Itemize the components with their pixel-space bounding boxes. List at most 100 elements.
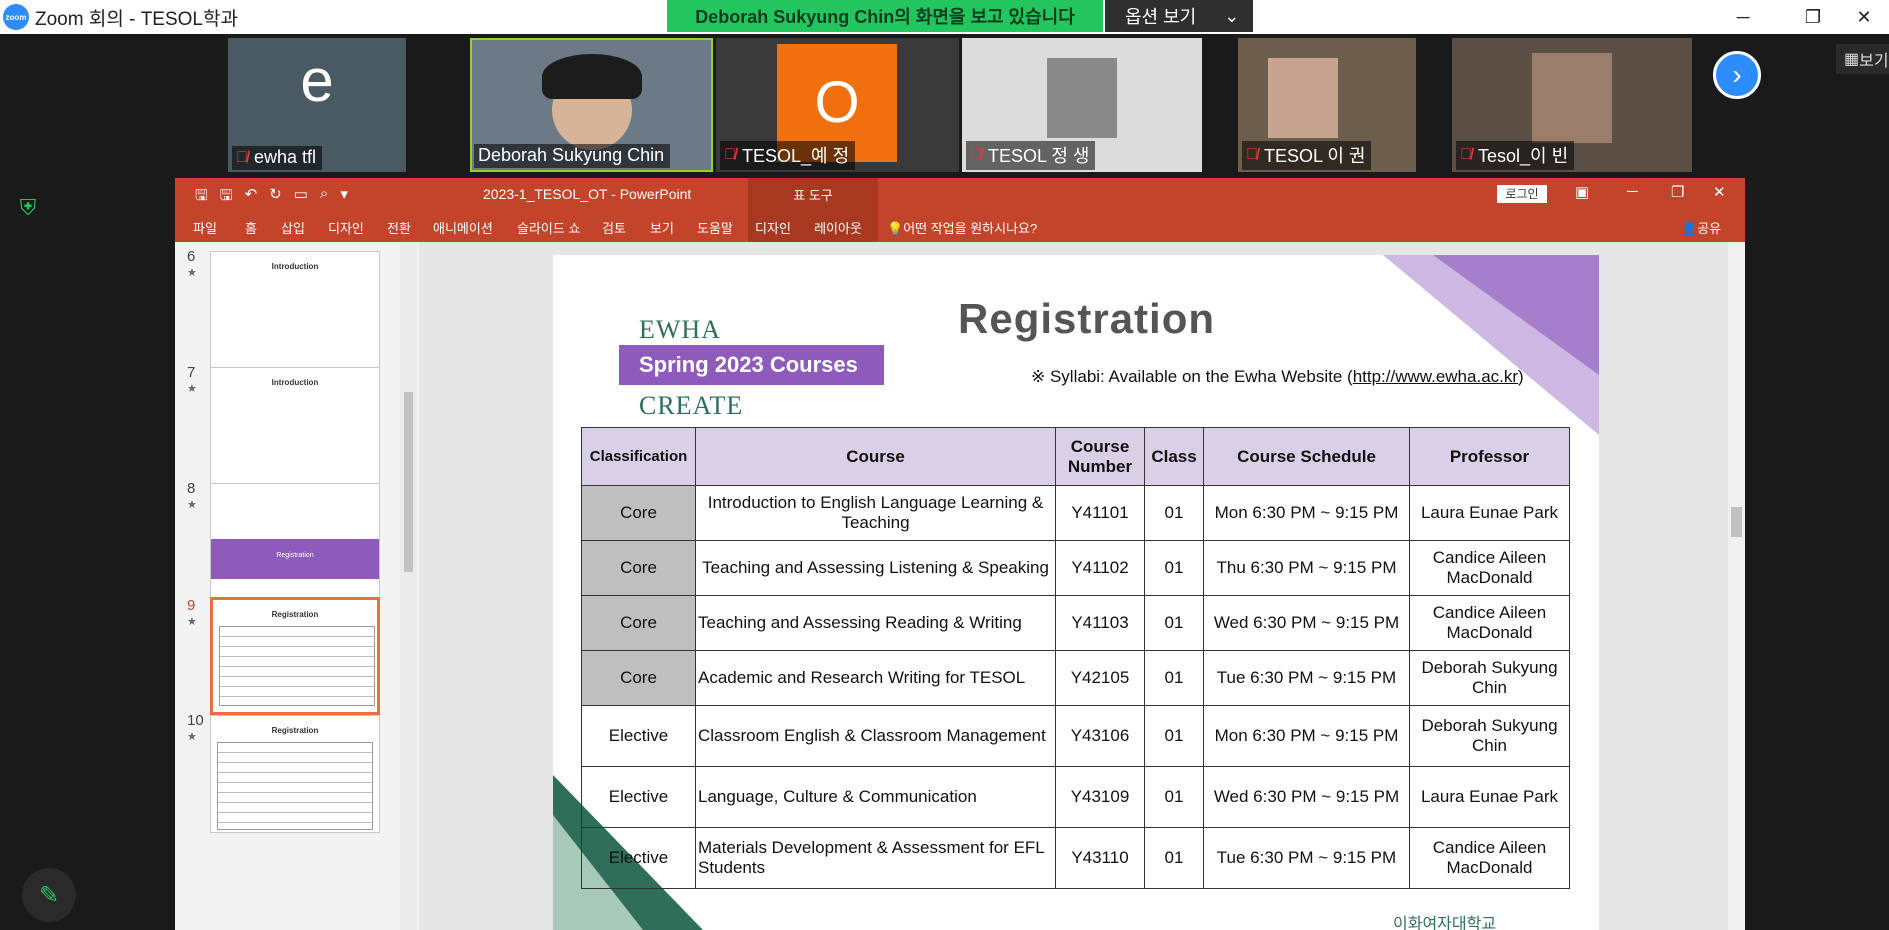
slideshow-icon[interactable]: ▭ xyxy=(294,185,308,210)
cell-class: 01 xyxy=(1144,485,1204,541)
participant-name: TESOL_예 정 xyxy=(742,146,850,166)
cell-classification: Core xyxy=(581,650,696,706)
tab-home[interactable]: 홈 xyxy=(245,218,257,237)
participant-tile-active-speaker[interactable]: Deborah Sukyung Chin xyxy=(470,38,713,172)
tab-insert[interactable]: 삽입 xyxy=(281,218,305,237)
participant-video-pixelated xyxy=(1268,58,1338,138)
participant-name: TESOL 이 권 xyxy=(1264,146,1366,166)
slide-thumbnail-active[interactable]: Registration xyxy=(210,597,380,715)
table-tools-tab: 표 도구 xyxy=(748,178,878,210)
cell-classification: Elective xyxy=(581,766,696,828)
save-as-icon[interactable]: 🖫 xyxy=(220,185,233,210)
participant-tile[interactable]: O 🎙̸ TESOL_예 정 xyxy=(716,38,959,172)
cell-course: Materials Development & Assessment for E… xyxy=(695,827,1056,889)
tab-review[interactable]: 검토 xyxy=(602,218,626,237)
cell-class: 01 xyxy=(1144,595,1204,651)
syllabi-prefix: ※ Syllabi: Available on the Ewha Website… xyxy=(1031,367,1353,386)
ribbon-display-options-icon[interactable]: ▣ xyxy=(1575,183,1589,201)
scrollbar-thumb[interactable] xyxy=(1731,507,1742,537)
table-row: Elective Materials Development & Assessm… xyxy=(581,827,1570,889)
save-icon[interactable]: 🖫 xyxy=(195,185,208,210)
share-button[interactable]: 👤공유 xyxy=(1681,218,1721,237)
tab-table-layout[interactable]: 레이아웃 xyxy=(798,210,878,242)
thumbnail-number: 9 xyxy=(187,597,196,614)
undo-icon[interactable]: ↶ xyxy=(245,185,258,210)
slide-thumbnail[interactable]: Registration xyxy=(210,715,380,833)
thumbnail-scrollbar[interactable] xyxy=(400,242,417,930)
syllabi-note: ※ Syllabi: Available on the Ewha Website… xyxy=(1031,367,1524,387)
mic-off-icon: 🎙̸ xyxy=(236,148,248,166)
redo-icon[interactable]: ↻ xyxy=(269,185,282,210)
slide-scrollbar[interactable] xyxy=(1728,242,1745,930)
ppt-close-button[interactable]: ✕ xyxy=(1713,183,1726,201)
tab-transitions[interactable]: 전환 xyxy=(387,218,411,237)
participant-tile[interactable]: 🎙̸ Tesol_이 빈 xyxy=(1452,38,1692,172)
restore-button[interactable]: ❐ xyxy=(1788,0,1838,34)
slide-thumbnail[interactable]: Introduction xyxy=(210,367,380,485)
slide-canvas[interactable]: EWHA WE CREATE Spring 2023 Courses Regis… xyxy=(553,255,1599,930)
syllabi-suffix: ) xyxy=(1518,367,1524,386)
pencil-icon: ✎ xyxy=(38,881,60,909)
login-button[interactable]: 로그인 xyxy=(1497,185,1547,203)
cell-course-number: Y42105 xyxy=(1055,650,1145,706)
participant-tile[interactable]: 🎙̸ TESOL 이 권 xyxy=(1238,38,1416,172)
participant-tile[interactable]: e 🎙̸ ewha tfl xyxy=(228,38,406,172)
view-options-button[interactable]: 옵션 보기 ⌄ xyxy=(1105,0,1253,32)
table-header-row: Classification Course Course Number Clas… xyxy=(581,427,1570,486)
cell-course: Teaching and Assessing Reading & Writing xyxy=(695,595,1056,651)
mic-off-icon: 🎙̸ xyxy=(1246,146,1258,163)
tell-me-box[interactable]: 💡어떤 작업을 원하시나요? xyxy=(887,218,1037,237)
header-classification: Classification xyxy=(581,427,696,486)
participant-tile[interactable]: 🎙̸ TESOL 정 생 xyxy=(962,38,1202,172)
annotate-pencil-button[interactable]: ✎ xyxy=(22,868,76,922)
participant-name: Tesol_이 빈 xyxy=(1478,146,1569,166)
cell-professor: Candice Aileen MacDonald xyxy=(1409,827,1570,889)
cell-course-number: Y41101 xyxy=(1055,485,1145,541)
next-participants-button[interactable]: › xyxy=(1713,51,1761,99)
table-row: Core Teaching and Assessing Reading & Wr… xyxy=(581,595,1570,651)
share-label: 공유 xyxy=(1697,221,1722,236)
screen-share-banner: Deborah Sukyung Chin의 화면을 보고 있습니다 xyxy=(667,0,1103,32)
view-button[interactable]: ▦ 보기 xyxy=(1836,44,1889,74)
animation-star-icon: ★ xyxy=(187,731,197,743)
slide-thumbnail[interactable]: Registration xyxy=(210,483,380,601)
lightbulb-icon: 💡 xyxy=(887,221,904,236)
ppt-restore-button[interactable]: ❐ xyxy=(1671,183,1684,201)
slide-thumbnail[interactable]: Introduction xyxy=(210,251,380,369)
cell-class: 01 xyxy=(1144,705,1204,767)
tab-table-design[interactable]: 디자인 xyxy=(748,210,798,242)
cell-course: Academic and Research Writing for TESOL xyxy=(695,650,1056,706)
minimize-button[interactable]: ─ xyxy=(1718,0,1768,34)
tab-slideshow[interactable]: 슬라이드 쇼 xyxy=(517,218,580,237)
ppt-minimize-button[interactable]: ─ xyxy=(1627,183,1638,200)
ribbon-tabs: 파일 홈 삽입 디자인 전환 애니메이션 슬라이드 쇼 검토 보기 도움말 디자… xyxy=(175,210,1745,242)
cell-class: 01 xyxy=(1144,540,1204,596)
tab-file[interactable]: 파일 xyxy=(193,218,217,237)
customize-toolbar-icon[interactable]: ▾ xyxy=(340,185,348,210)
cell-class: 01 xyxy=(1144,827,1204,889)
thumbnail-number: 6 xyxy=(187,248,196,265)
tab-help[interactable]: 도움말 xyxy=(697,218,733,237)
cell-course-number: Y43109 xyxy=(1055,766,1145,828)
thumbnail-title: Registration xyxy=(271,610,319,619)
header-schedule: Course Schedule xyxy=(1203,427,1410,486)
table-row: Elective Language, Culture & Communicati… xyxy=(581,766,1570,828)
view-label: 보기 xyxy=(1859,53,1889,70)
slide-thumbnail-panel: 6 ★ Introduction 7 ★ Introduction 8 ★ Re… xyxy=(175,242,419,930)
participant-video-pixelated xyxy=(1047,58,1117,138)
zoom-icon[interactable]: ⌕ xyxy=(320,185,328,210)
quick-access-toolbar: 🖫 🖫 ↶ ↻ ▭ ⌕ ▾ xyxy=(195,185,348,210)
animation-star-icon: ★ xyxy=(187,616,197,628)
zoom-window: zoom Zoom 회의 - TESOL학과 Deborah Sukyung C… xyxy=(0,0,1889,930)
tab-design[interactable]: 디자인 xyxy=(328,218,364,237)
ppt-titlebar: 🖫 🖫 ↶ ↻ ▭ ⌕ ▾ 2023-1_TESOL_OT - PowerPoi… xyxy=(175,178,1745,210)
scrollbar-thumb[interactable] xyxy=(404,392,413,572)
syllabi-link[interactable]: http://www.ewha.ac.kr xyxy=(1353,367,1518,386)
security-shield-icon[interactable]: ⛨ xyxy=(13,193,43,223)
registration-table[interactable]: Classification Course Course Number Clas… xyxy=(581,427,1570,889)
tab-view[interactable]: 보기 xyxy=(650,218,674,237)
table-row: Core Academic and Research Writing for T… xyxy=(581,650,1570,706)
tab-animations[interactable]: 애니메이션 xyxy=(433,218,493,237)
thumbnail-title: Registration xyxy=(271,726,319,735)
close-button[interactable]: ✕ xyxy=(1839,0,1889,34)
